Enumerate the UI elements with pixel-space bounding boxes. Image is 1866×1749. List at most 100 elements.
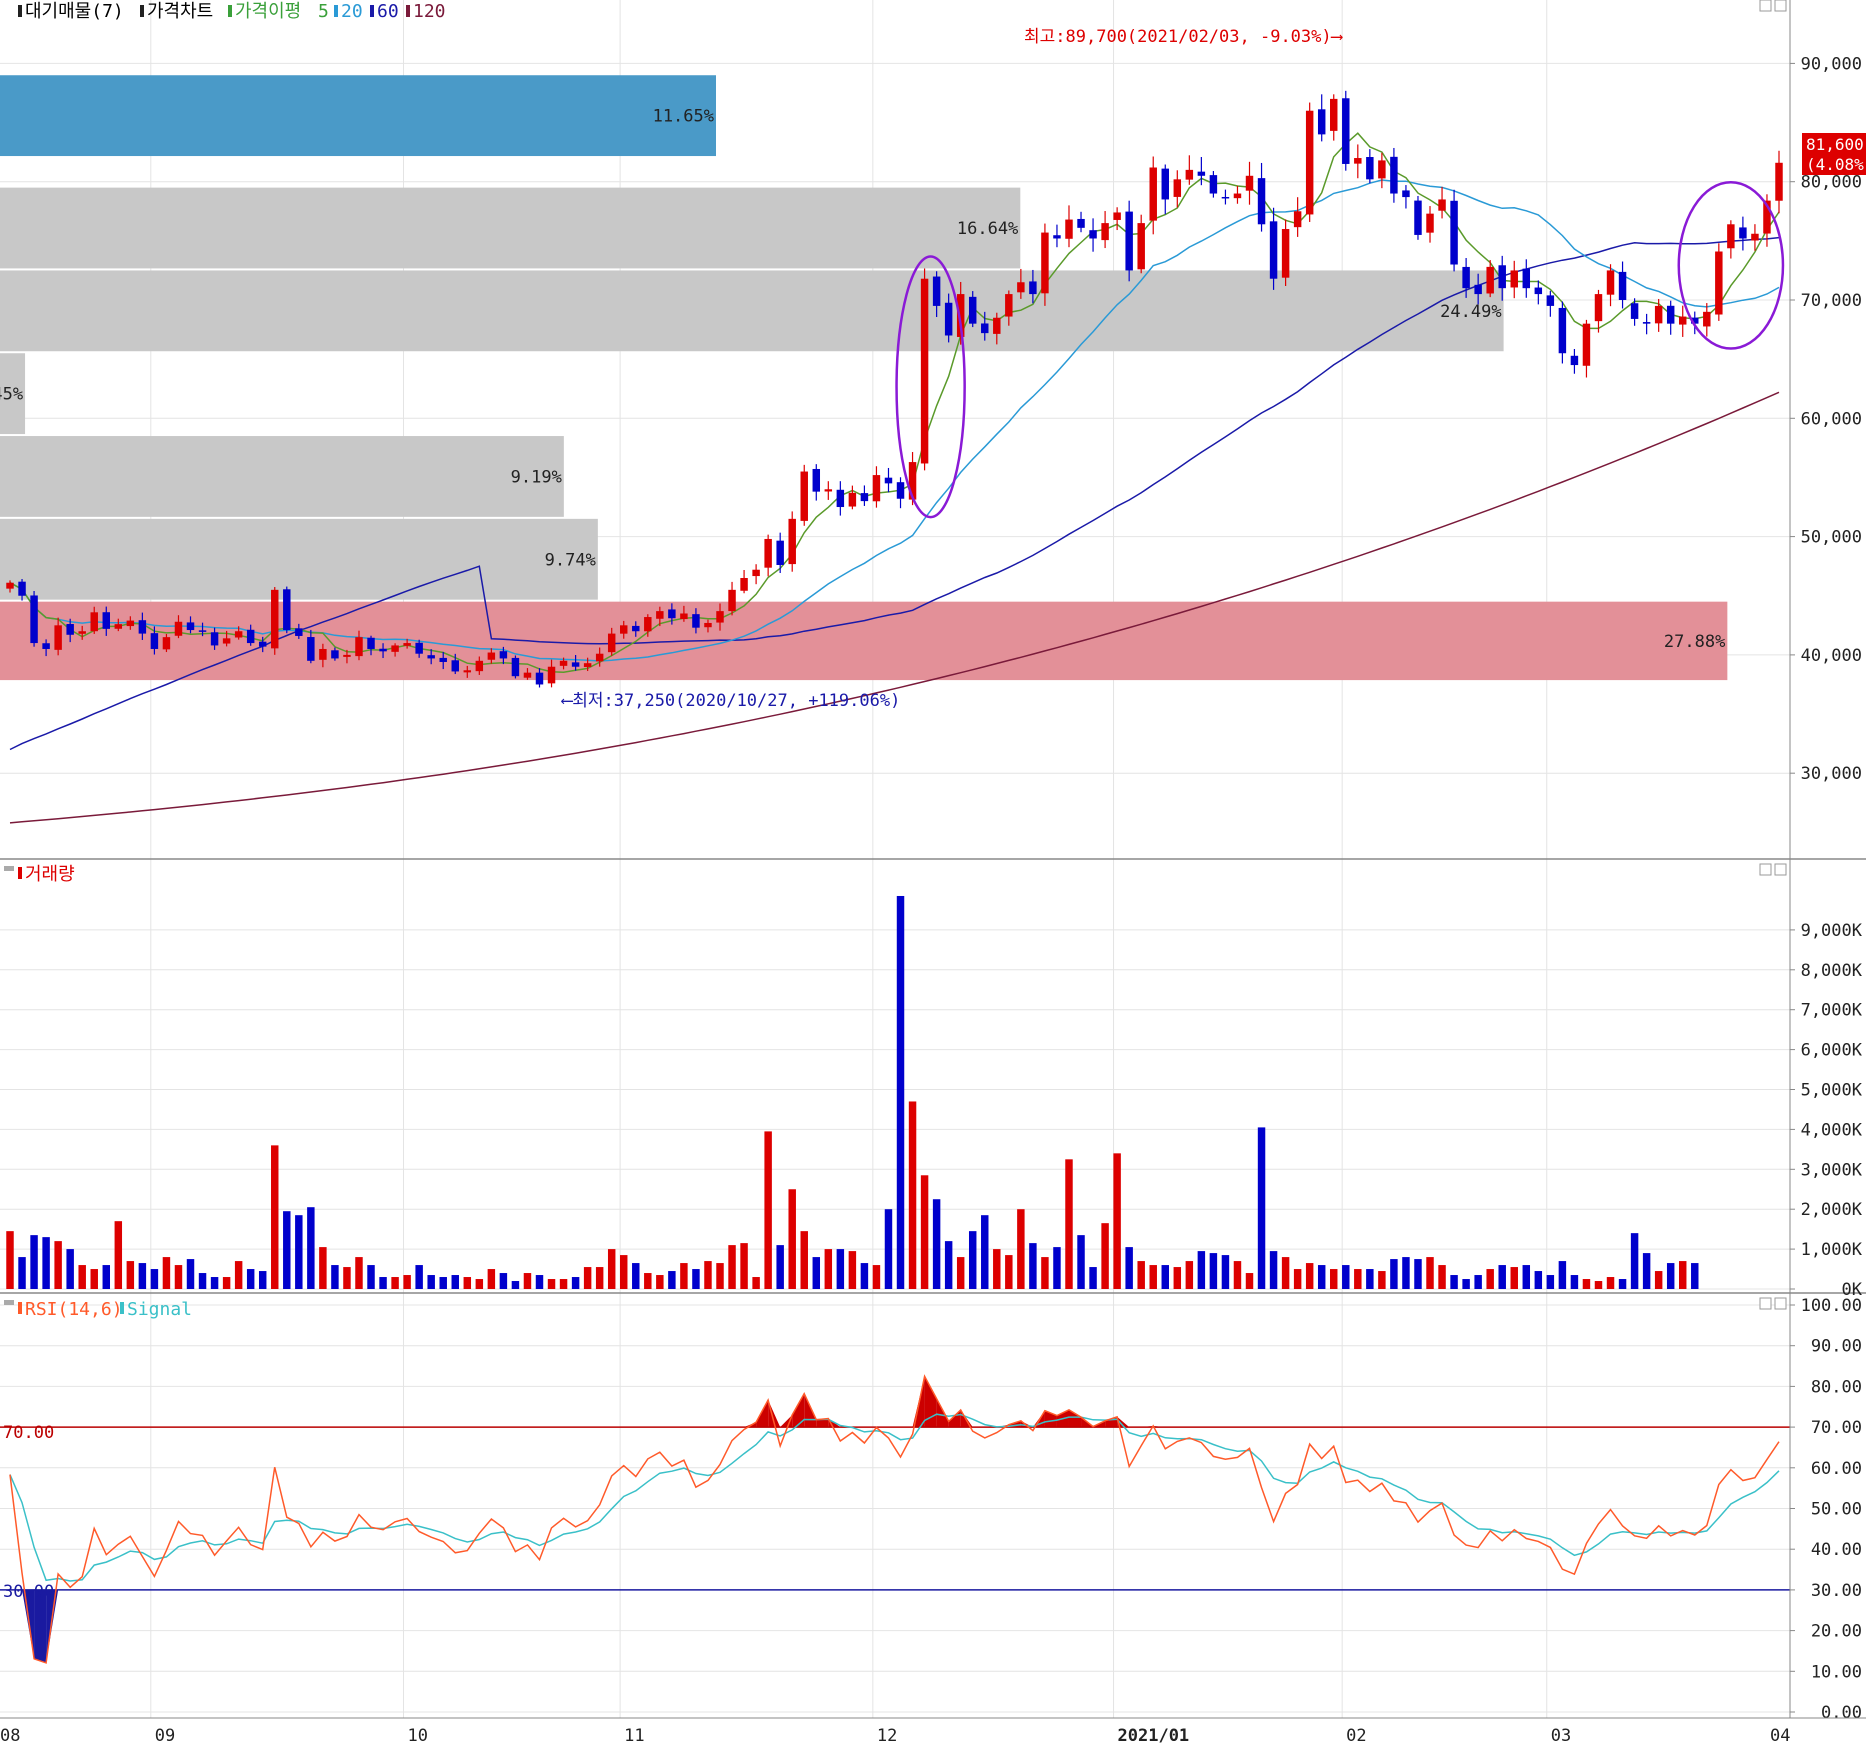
volume-bar [1426, 1257, 1434, 1289]
minimize-button[interactable] [1759, 0, 1772, 12]
volume-bar [1137, 1261, 1145, 1289]
volume-bar [884, 1209, 893, 1289]
volume-bar [956, 1257, 965, 1289]
volume-bar [18, 1257, 26, 1289]
candle [319, 648, 327, 660]
volume-bar [1606, 1277, 1615, 1289]
x-tick-label: 09 [155, 1726, 175, 1746]
volume-bar [90, 1269, 98, 1289]
candle [920, 278, 929, 464]
minimize-button[interactable] [1759, 1297, 1772, 1310]
candle [1245, 175, 1254, 191]
low-price-annotation: ⟵최저:37,250(2020/10/27, +119.06%) [561, 691, 900, 711]
volume-bar [307, 1207, 315, 1289]
volume-legend: 거래량 [18, 864, 75, 885]
candle [307, 637, 315, 661]
volume-bar [776, 1245, 784, 1289]
candle [812, 468, 821, 492]
rsi-upper-label: 70.00 [3, 1423, 54, 1443]
volume-bar [595, 1267, 604, 1289]
rsi-y-tick-label: 30.00 [1811, 1581, 1862, 1601]
legend-volume[interactable]: 거래량 [25, 864, 75, 885]
volume-bar [704, 1261, 712, 1289]
volume-bar [1221, 1255, 1230, 1289]
close-button[interactable] [1774, 1297, 1787, 1310]
candle [981, 323, 989, 334]
volume-y-tick-label: 6,000K [1801, 1041, 1863, 1061]
volume-bar [1173, 1267, 1182, 1289]
volume-bar [1354, 1269, 1362, 1289]
grip-icon[interactable] [4, 1300, 14, 1305]
grip-icon[interactable] [4, 866, 14, 871]
candle [595, 653, 604, 662]
volume-bar [475, 1279, 484, 1289]
candle [102, 612, 111, 629]
candle [848, 492, 857, 507]
volume-bar [1450, 1275, 1458, 1289]
x-tick-label: 11 [624, 1726, 644, 1746]
volume-bar [198, 1273, 207, 1289]
minimize-button[interactable] [1759, 863, 1772, 876]
volume-bar [30, 1235, 38, 1289]
legend-price-ma[interactable]: 가격이평 [235, 1, 301, 22]
candle [896, 482, 905, 499]
volume-bar [788, 1189, 796, 1289]
candle [860, 493, 869, 502]
volume-bar [1305, 1263, 1314, 1289]
candle [571, 662, 580, 667]
volume-bar [102, 1265, 111, 1289]
legend-ma-60[interactable]: 60 [377, 1, 399, 22]
volume-y-tick-label: 7,000K [1801, 1001, 1863, 1021]
volume-bar [1486, 1269, 1494, 1289]
candle [607, 633, 616, 653]
volume-bar [644, 1273, 652, 1289]
volume-bar [295, 1215, 303, 1289]
volume-bar [523, 1273, 532, 1289]
candle [391, 645, 399, 652]
candle [1727, 224, 1735, 249]
volume-bar [1245, 1273, 1254, 1289]
volume-bar [403, 1275, 411, 1289]
volume-bar [1666, 1263, 1675, 1289]
volume-bar [222, 1277, 231, 1289]
candle [968, 296, 977, 324]
volume-bar [1691, 1263, 1699, 1289]
x-tick-label: 03 [1551, 1726, 1571, 1746]
candle [234, 631, 243, 638]
candle [1618, 271, 1627, 300]
legend-rsi[interactable]: RSI(14,6) [25, 1299, 123, 1320]
volume-bar [1041, 1257, 1049, 1289]
legend-ma-5[interactable]: 5 [318, 1, 329, 22]
candle [246, 629, 255, 644]
rsi-y-tick-label: 20.00 [1811, 1622, 1862, 1642]
candle [198, 630, 207, 632]
volume-bar [583, 1267, 592, 1289]
close-button[interactable] [1774, 0, 1787, 12]
candle [1293, 211, 1302, 228]
volume-bar [210, 1277, 219, 1289]
candle [764, 538, 772, 568]
candle [752, 569, 760, 577]
price-y-tick-label: 30,000 [1801, 764, 1862, 784]
close-button[interactable] [1774, 863, 1787, 876]
legend-price-chart[interactable]: 가격차트 [147, 1, 213, 22]
candle [1570, 355, 1579, 366]
volume-bar [427, 1275, 435, 1289]
rsi-y-tick-label: 10.00 [1811, 1662, 1862, 1682]
candle [1342, 98, 1350, 164]
volume-bar [559, 1279, 568, 1289]
legend-volume-profile[interactable]: 대기매물(7) [25, 1, 124, 22]
candle [1317, 109, 1326, 135]
legend-signal[interactable]: Signal [127, 1299, 192, 1320]
volume-bar [234, 1261, 243, 1289]
legend-ma-20[interactable]: 20 [341, 1, 363, 22]
volume-bar [1558, 1261, 1567, 1289]
x-tick-label: 12 [877, 1726, 897, 1746]
x-tick-label: 2021/01 [1118, 1726, 1190, 1746]
candle [716, 611, 724, 623]
volume-bar [547, 1279, 556, 1289]
candle [427, 655, 435, 659]
candle [728, 589, 736, 612]
candle [1209, 175, 1218, 194]
legend-ma-120[interactable]: 120 [413, 1, 446, 22]
